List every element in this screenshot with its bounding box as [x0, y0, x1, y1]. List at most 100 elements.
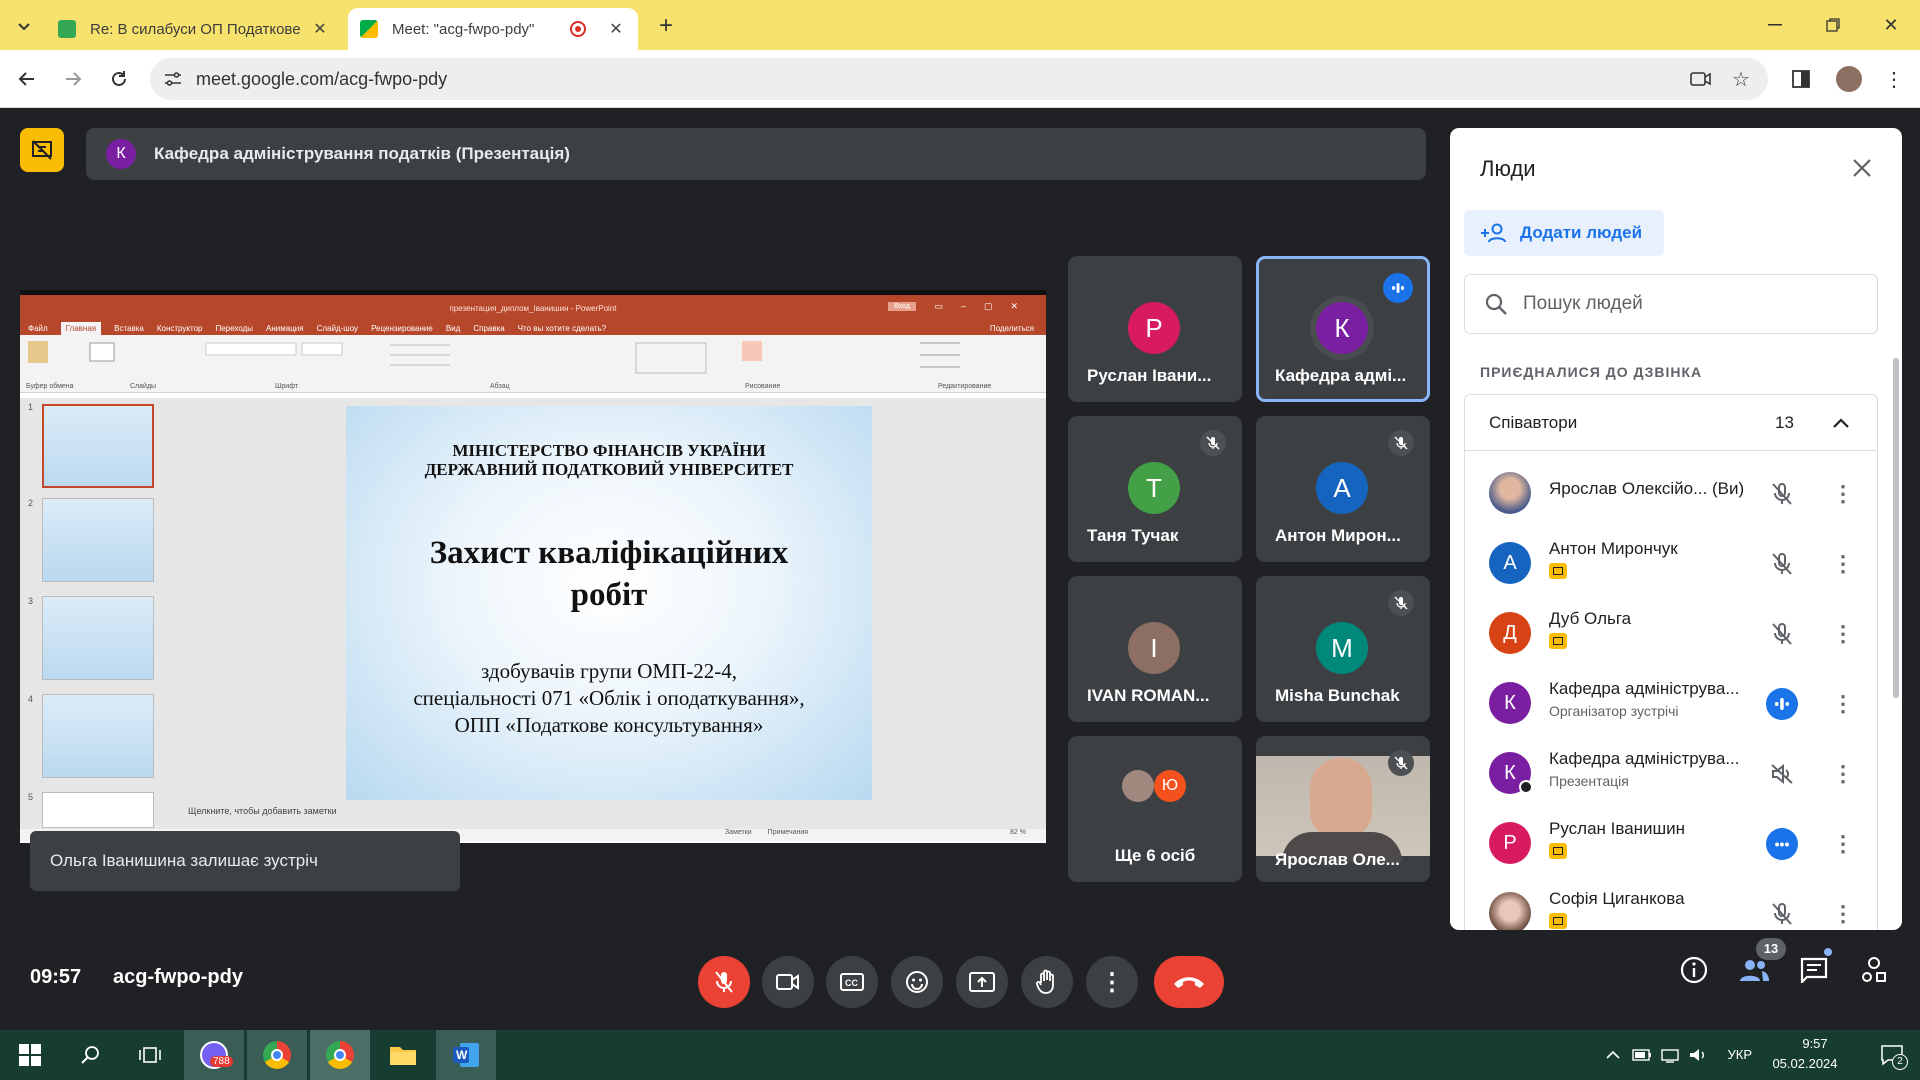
meeting-details-button[interactable] [1674, 950, 1714, 990]
site-info-icon[interactable] [164, 70, 182, 88]
close-icon[interactable]: ✕ [606, 19, 626, 39]
collaborators-group-header[interactable]: Співавтори 13 [1465, 395, 1877, 451]
more-options-icon[interactable]: ⋮ [1832, 827, 1854, 861]
reload-icon[interactable] [104, 64, 134, 94]
tab-meet[interactable]: Meet: "acg-fwpo-pdy" ✕ [348, 8, 638, 50]
participant-row[interactable]: Софія Циганкова ⋮ [1465, 875, 1877, 930]
chevron-up-icon[interactable] [1829, 411, 1853, 435]
more-options-icon[interactable]: ⋮ [1832, 897, 1854, 930]
participant-tile[interactable]: К Кафедра адмі... [1256, 256, 1430, 402]
captions-button[interactable]: CC [826, 956, 878, 1008]
reactions-button[interactable] [891, 956, 943, 1008]
tab-search-icon[interactable] [12, 14, 36, 38]
browser-tab-bar: Re: В силабуси ОП Податкове ко ✕ Meet: "… [0, 0, 1920, 50]
leave-call-button[interactable] [1154, 956, 1224, 1008]
slide-sub-line3: ОПП «Податкове консультування» [454, 713, 764, 737]
forward-icon[interactable] [58, 64, 88, 94]
restore-icon[interactable] [1818, 12, 1848, 38]
participant-tile[interactable]: M Misha Bunchak [1256, 576, 1430, 722]
participant-name: Кафедра адмі... [1275, 366, 1407, 385]
participant-tile[interactable]: I IVAN ROMAN... [1068, 576, 1242, 722]
address-bar[interactable]: meet.google.com/acg-fwpo-pdy ☆ [150, 58, 1768, 100]
thumb-number: 2 [28, 498, 34, 508]
menu-tell-me: Что вы хотите сделать? [517, 323, 607, 333]
search-icon[interactable] [60, 1030, 120, 1080]
presenting-icon [1549, 913, 1567, 929]
slide-ministry: МІНІСТЕРСТВО ФІНАНСІВ УКРАЇНИ [452, 441, 766, 460]
people-icon [1740, 960, 1769, 981]
mic-off-icon [1388, 750, 1414, 776]
side-panel-icon[interactable] [1788, 66, 1814, 92]
slide-thumbnail [42, 596, 154, 680]
participant-row[interactable]: А Антон Мирончук ⋮ [1465, 525, 1877, 595]
participant-role: Організатор зустрічі [1549, 703, 1679, 719]
more-options-icon[interactable]: ⋮ [1832, 617, 1854, 651]
profile-avatar[interactable] [1836, 66, 1862, 92]
language-indicator[interactable]: УКР [1727, 1047, 1752, 1062]
close-icon[interactable]: ✕ [310, 19, 330, 39]
participant-tile[interactable]: Т Таня Тучак [1068, 416, 1242, 562]
search-people-input[interactable]: Пошук людей [1464, 274, 1878, 334]
participant-name: Антон Мирончук [1549, 539, 1678, 558]
network-icon[interactable] [1660, 1046, 1680, 1064]
more-participants-label: Ще 6 осіб [1114, 846, 1196, 865]
stop-presentation-icon[interactable] [20, 128, 64, 172]
present-screen-button[interactable] [956, 956, 1008, 1008]
participant-avatar: К [1316, 302, 1368, 354]
chrome-taskbar-icon[interactable] [247, 1030, 307, 1080]
participant-tile[interactable]: Р Руслан Івани... [1068, 256, 1242, 402]
presentation-banner: К Кафедра адміністрування податків (През… [86, 128, 1426, 180]
windows-start-icon[interactable] [0, 1030, 60, 1080]
participant-row[interactable]: К Кафедра адмініструва... Організатор зу… [1465, 665, 1877, 735]
participant-row[interactable]: Р Руслан Іванишин ••• ⋮ [1465, 805, 1877, 875]
presenting-icon [1549, 563, 1567, 579]
chrome-logo-icon [263, 1041, 291, 1069]
notifications-icon[interactable]: 2 [1878, 1042, 1908, 1070]
add-people-button[interactable]: Додати людей [1464, 210, 1664, 256]
more-options-icon[interactable]: ⋮ [1832, 477, 1854, 511]
tray-chevron-up-icon[interactable] [1604, 1046, 1622, 1064]
minimize-icon[interactable] [1760, 12, 1790, 38]
close-icon[interactable] [1848, 154, 1876, 182]
more-options-icon[interactable]: ⋮ [1832, 687, 1854, 721]
bookmark-star-icon[interactable]: ☆ [1730, 68, 1752, 91]
task-view-icon[interactable] [120, 1030, 180, 1080]
file-explorer-icon[interactable] [373, 1030, 433, 1080]
more-options-button[interactable]: ⋮ [1086, 956, 1138, 1008]
people-button[interactable] [1734, 950, 1774, 990]
tab-gmail[interactable]: Re: В силабуси ОП Податкове ко ✕ [46, 8, 342, 50]
activities-button[interactable] [1854, 950, 1894, 990]
new-tab-icon[interactable]: + [652, 12, 680, 40]
more-participants-tile[interactable]: Ю Ще 6 осіб [1068, 736, 1242, 882]
battery-icon[interactable] [1632, 1046, 1652, 1064]
word-taskbar-icon[interactable]: W [436, 1030, 496, 1080]
participant-row[interactable]: К Кафедра адмініструва... Презентація ⋮ [1465, 735, 1877, 805]
volume-icon[interactable] [1688, 1046, 1708, 1064]
mic-toggle-button[interactable] [698, 956, 750, 1008]
powerpoint-menu: Файл Главная Вставка Конструктор Переход… [20, 321, 1046, 335]
raise-hand-button[interactable] [1021, 956, 1073, 1008]
joined-section-label: ПРИЄДНАЛИСЯ ДО ДЗВІНКА [1480, 364, 1703, 380]
tray-time[interactable]: 9:57 [1780, 1036, 1850, 1051]
slide-notes: Щелкните, чтобы добавить заметки [188, 806, 337, 816]
participant-tile[interactable]: А Антон Мирон... [1256, 416, 1430, 562]
tray-date[interactable]: 05.02.2024 [1760, 1056, 1850, 1071]
window-close-icon[interactable]: ✕ [1876, 12, 1906, 38]
chat-button[interactable] [1794, 948, 1834, 990]
chrome-taskbar-icon-2[interactable] [310, 1030, 370, 1080]
ribbon-group-clipboard: Буфер обмена [26, 383, 74, 390]
camera-toggle-button[interactable] [762, 956, 814, 1008]
camera-in-use-icon[interactable] [1690, 68, 1712, 90]
self-video-tile[interactable]: Ярослав Оле... [1256, 736, 1430, 882]
back-icon[interactable] [12, 64, 42, 94]
participant-row[interactable]: Д Дуб Ольга ⋮ [1465, 595, 1877, 665]
mic-off-icon [1765, 547, 1799, 581]
viber-taskbar-icon[interactable]: 788 [184, 1030, 244, 1080]
participant-row[interactable]: Ярослав Олексійо... (Ви) ⋮ [1465, 455, 1877, 525]
more-options-icon[interactable]: ⋮ [1832, 547, 1854, 581]
menu-help: Справка [473, 323, 505, 333]
panel-scrollbar[interactable] [1893, 358, 1899, 698]
chat-icon [1800, 957, 1828, 983]
more-options-icon[interactable]: ⋮ [1832, 757, 1854, 791]
kebab-menu-icon[interactable]: ⋮ [1884, 66, 1904, 92]
